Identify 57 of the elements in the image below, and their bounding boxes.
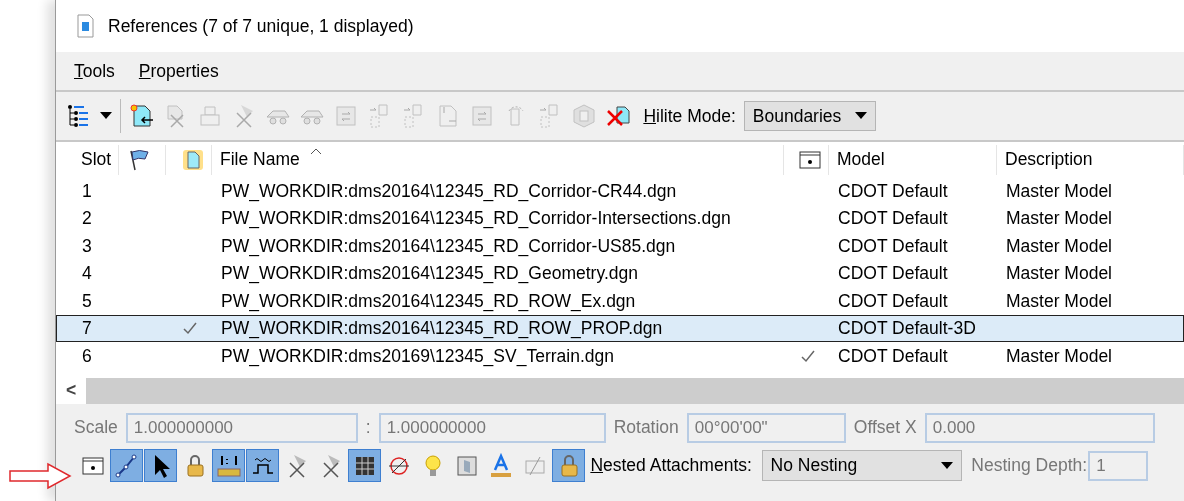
wave-toggle[interactable]	[246, 449, 279, 482]
table-cell-text: Master Model	[1006, 344, 1112, 368]
scroll-left-button[interactable]: <	[56, 377, 86, 404]
menu-item[interactable]: Tools	[74, 57, 115, 85]
table-cell-text: 2	[82, 207, 92, 231]
table-cell-text: 6	[82, 344, 92, 368]
caret-icon	[855, 112, 868, 120]
lock-toggle[interactable]	[552, 449, 585, 482]
curve-toggle[interactable]	[110, 449, 143, 482]
caret-icon	[940, 461, 953, 470]
table-cell-text: PW_WORKDIR:dms20169\12345_SV_Terrain.dgn	[221, 344, 614, 369]
table-cell-text: CDOT Default	[838, 344, 948, 368]
field-label: Nesting Depth:	[971, 454, 1088, 478]
field-label: Rotation	[613, 416, 679, 440]
table-cell-text: CDOT Default	[838, 289, 948, 313]
table-cell-text: 3	[82, 234, 92, 258]
field-label: Scale	[74, 416, 118, 440]
table-cell-text: 7	[82, 317, 92, 341]
menu-item[interactable]: Properties	[138, 57, 219, 85]
field-label: Offset X	[853, 416, 917, 440]
table-cell-text: PW_WORKDIR:dms20164\12345_RD_Geometry.dgn	[221, 262, 638, 286]
nesting-dropdown[interactable]: No Nesting	[761, 450, 962, 481]
flag-icon[interactable]	[127, 147, 151, 172]
grid-toggle[interactable]	[348, 449, 381, 482]
table-cell-text: CDOT Default	[838, 262, 948, 286]
table-cell-text: PW_WORKDIR:dms20164\12345_RD_Corridor-Intersections.dgn	[221, 207, 731, 231]
table-cell-text: PW_WORKDIR:dms20164\12345_RD_Corridor-US85.dgn	[221, 234, 676, 259]
pointer-toggle[interactable]	[144, 449, 177, 482]
table-cell-text: Master Model	[1006, 234, 1112, 258]
hilite-mode-dropdown[interactable]: Boundaries	[743, 100, 877, 132]
column-header[interactable]: Description	[1005, 146, 1093, 173]
table-cell-text: CDOT Default	[838, 179, 948, 203]
table-cell-text: CDOT Default	[838, 207, 948, 231]
table-cell-text: 5	[82, 289, 92, 313]
curve-icon	[113, 452, 140, 479]
table-cell-text: CDOT Default-3D	[838, 317, 976, 341]
field-label: :	[365, 416, 371, 440]
window-title: References (7 of 7 unique, 1 displayed)	[108, 14, 414, 38]
table-cell-text: CDOT Default	[838, 234, 948, 258]
table-cell-text: Master Model	[1006, 262, 1112, 286]
table-cell-text: 4	[82, 262, 92, 286]
arrow-icon	[8, 462, 72, 490]
table-cell-text: Master Model	[1006, 179, 1112, 203]
column-header[interactable]: File Name	[220, 146, 300, 173]
table-cell-text: Master Model	[1006, 207, 1112, 231]
column-header[interactable]: Model	[837, 146, 885, 173]
caret-icon[interactable]	[100, 112, 112, 120]
document-icon[interactable]	[129, 103, 155, 129]
ruler-toggle[interactable]	[212, 449, 245, 482]
nested-attachments-label: Nested Attachments:	[590, 454, 752, 478]
table-cell-text: PW_WORKDIR:dms20164\12345_RD_ROW_PROP.dgn	[221, 317, 663, 341]
table-cell-text: PW_WORKDIR:dms20164\12345_RD_ROW_Ex.dgn	[221, 289, 636, 314]
hilite-mode-label: Hilite Mode:	[643, 104, 736, 128]
table-cell-text: Master Model	[1006, 289, 1112, 313]
column-header[interactable]: Slot	[81, 146, 112, 173]
table-cell-text: 1	[82, 179, 92, 203]
table-cell-text: PW_WORKDIR:dms20164\12345_RD_Corridor-CR44.dgn	[221, 179, 677, 204]
